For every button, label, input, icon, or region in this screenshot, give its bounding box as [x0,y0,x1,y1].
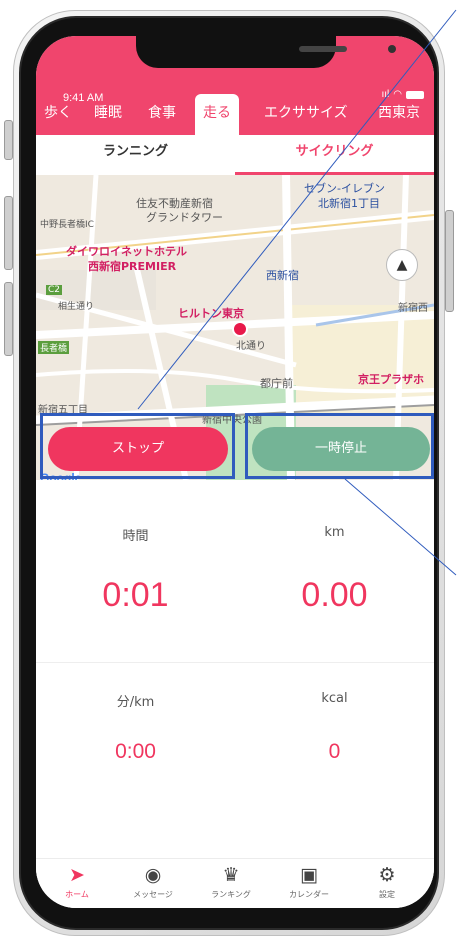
poi-hilton: ヒルトン東京 [178,307,244,320]
mute-switch [4,120,13,160]
category-tabs: ‹ 歩く 睡眠 食事 走る エクササイズ 西東京 [36,94,434,135]
poi-nakano: 中野長者橋IC [40,220,94,230]
poi-daiwa: ダイワロイネットホテル [66,245,187,258]
distance-value: 0.00 [301,576,368,614]
stop-highlight-box [40,413,235,479]
nav-ranking[interactable]: ♛ ランキング [198,863,264,900]
tab-meal[interactable]: 食事 [148,94,176,135]
tab-cycling[interactable]: サイクリング [235,135,434,175]
poi-tochomae: 都庁前 [260,377,293,390]
poi-chojabashi: 長者橋 [38,341,70,354]
nav-settings-label: 設定 [379,890,395,899]
calories-label: kcal [321,691,348,706]
poi-aiko: 相生通り [58,302,95,312]
sub-tabs: ランニング サイクリング [36,135,434,176]
stats-panel: 時間 km 0:01 0.00 分/km kcal 0:00 0 [36,480,434,858]
nav-home-label: ホーム [65,890,89,899]
distance-label: km [324,525,345,540]
poi-daiwa-sub: 西新宿PREMIER [88,260,177,273]
poi-seven-eleven-sub: 北新宿1丁目 [318,197,380,210]
notch [136,36,396,68]
tab-exercise[interactable]: エクササイズ [264,94,348,135]
front-camera [388,45,396,53]
poi-c2: C2 [46,285,63,295]
poi-sumitomo-sub: グランドタワー [146,211,223,224]
current-location-marker [232,321,248,337]
volume-up-button [4,196,13,270]
message-icon: ◉ [144,864,162,886]
poi-kitadori: 北通り [236,341,266,352]
nav-settings[interactable]: ⚙ 設定 [354,863,420,900]
compass-icon[interactable]: ▲ [386,249,418,281]
poi-nishishinjuku: 西新宿 [266,269,299,282]
tab-sleep[interactable]: 睡眠 [94,94,122,135]
pace-value: 0:00 [115,740,156,763]
speaker [299,46,347,52]
tab-walk[interactable]: 歩く [44,94,72,135]
bottom-nav: ➤ ホーム ◉ メッセージ ♛ ランキング ▣ カレンダー ⚙ 設定 [36,858,434,908]
poi-shinjuku-nishi: 新宿西 [398,303,428,314]
nav-ranking-label: ランキング [211,890,251,899]
stats-divider [36,662,434,663]
nav-message-label: メッセージ [133,890,173,899]
home-arrow-icon: ➤ [69,864,85,886]
pace-label: 分/km [116,695,155,710]
poi-keio-plaza: 京王プラザホ [358,373,424,386]
tab-running[interactable]: ランニング [36,135,235,175]
gear-icon: ⚙ [378,864,396,886]
crown-icon: ♛ [222,864,240,886]
app-header: 9:41 AM ııl ◠ ‹ 歩く 睡眠 食事 走る エクササイズ 西東京 [36,36,434,135]
pause-highlight-box [245,413,434,479]
calories-value: 0 [328,740,341,763]
tab-nishitokyo[interactable]: 西東京 [378,94,420,135]
app-screen: 9:41 AM ııl ◠ ‹ 歩く 睡眠 食事 走る エクササイズ 西東京 ラ… [36,36,434,908]
time-value: 0:01 [102,576,169,614]
nav-home[interactable]: ➤ ホーム [44,863,110,900]
nav-calendar-label: カレンダー [289,890,329,899]
nav-calendar[interactable]: ▣ カレンダー [276,863,342,900]
power-button [445,210,454,312]
calendar-icon: ▣ [300,864,318,886]
poi-seven-eleven: セブン-イレブン [304,182,385,195]
time-label: 時間 [122,529,149,544]
tab-run[interactable]: 走る [195,94,239,135]
nav-message[interactable]: ◉ メッセージ [120,863,186,900]
volume-down-button [4,282,13,356]
